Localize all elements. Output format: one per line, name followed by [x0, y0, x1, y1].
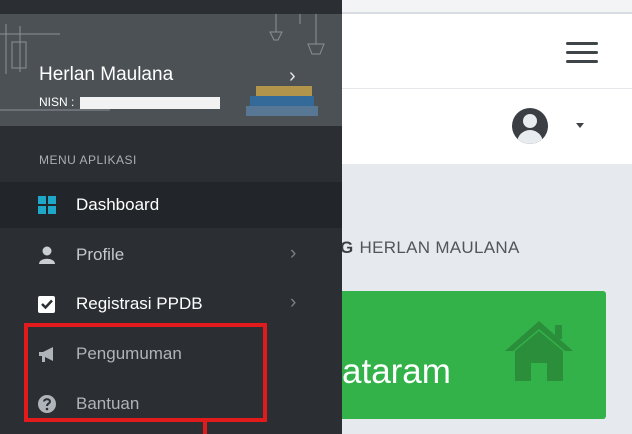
- school-card-text: ataram: [342, 352, 451, 391]
- sidebar-item-dashboard[interactable]: Dashboard: [0, 182, 342, 228]
- welcome-prefix: G: [340, 238, 354, 257]
- user-panel[interactable]: Herlan Maulana NISN : ›: [0, 14, 342, 126]
- welcome-name: HERLAN MAULANA: [359, 238, 520, 257]
- dashboard-grid-icon: [38, 196, 56, 214]
- check-square-icon: [38, 296, 55, 313]
- caret-down-icon[interactable]: [576, 123, 584, 128]
- menu-section-header: MENU APLIKASI: [39, 153, 137, 167]
- megaphone-icon: [39, 347, 53, 362]
- sidebar-item-label: Dashboard: [76, 195, 160, 214]
- sidebar-item-label: Bantuan: [76, 394, 140, 413]
- hamburger-menu-icon[interactable]: [566, 42, 598, 64]
- question-circle-icon: [38, 395, 56, 413]
- user-icon: [39, 246, 55, 264]
- sidebar-item-profile[interactable]: Profile ›: [0, 232, 342, 278]
- avatar-icon[interactable]: [512, 108, 548, 144]
- sidebar-item-registrasi-ppdb[interactable]: Registrasi PPDB ›: [0, 281, 342, 327]
- user-toolbar: [342, 88, 632, 164]
- sidebar-item-bantuan[interactable]: Bantuan: [0, 381, 342, 427]
- nisn-redacted: [79, 96, 220, 109]
- chevron-right-icon[interactable]: ›: [289, 65, 296, 88]
- user-name: Herlan Maulana: [39, 64, 174, 85]
- home-icon: [505, 321, 573, 381]
- sidebar-item-label: Registrasi PPDB: [76, 294, 203, 313]
- user-nisn: NISN :: [39, 95, 220, 109]
- sidebar-item-pengumuman[interactable]: Pengumuman: [0, 331, 342, 377]
- sidebar-item-label: Profile: [76, 245, 125, 264]
- highlight-pointer: [203, 420, 207, 434]
- nisn-label: NISN :: [39, 95, 78, 109]
- chevron-right-icon: ›: [290, 243, 297, 264]
- welcome-text: G HERLAN MAULANA: [340, 238, 520, 258]
- chevron-right-icon: ›: [290, 292, 297, 313]
- sidebar-item-label: Pengumuman: [76, 344, 182, 363]
